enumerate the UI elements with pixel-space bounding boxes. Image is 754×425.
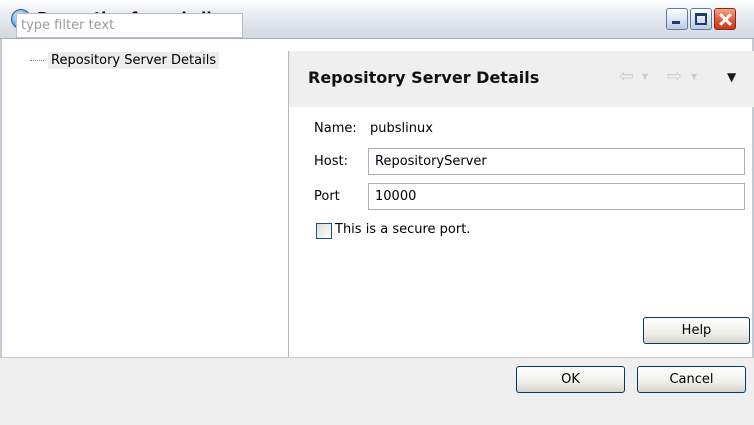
tree-item-repository-server-details[interactable]: Repository Server Details — [30, 50, 220, 70]
page-header: Repository Server Details ⇦ ▼ ⇨ ▼ ▼ — [289, 51, 754, 107]
port-label: Port — [314, 189, 340, 204]
tree-item-label: Repository Server Details — [48, 51, 220, 69]
maximize-button[interactable] — [690, 8, 712, 30]
forward-dropdown-icon[interactable]: ▼ — [691, 72, 697, 81]
view-menu-icon[interactable]: ▼ — [727, 70, 736, 84]
name-value: pubslinux — [370, 121, 433, 136]
cancel-button[interactable]: Cancel — [637, 366, 746, 393]
secure-port-label[interactable]: This is a secure port. — [335, 222, 470, 237]
back-arrow-icon[interactable]: ⇦ — [619, 66, 634, 87]
name-label: Name: — [314, 121, 357, 136]
port-field[interactable] — [368, 183, 745, 210]
host-label: Host: — [314, 154, 348, 169]
close-button[interactable] — [714, 8, 736, 30]
forward-arrow-icon[interactable]: ⇨ — [667, 66, 682, 87]
host-field[interactable] — [368, 148, 745, 175]
ok-button[interactable]: OK — [516, 366, 625, 393]
filter-input[interactable] — [16, 13, 243, 38]
navigation-panel — [11, 51, 289, 357]
tree-connector-line — [30, 59, 44, 61]
page-title: Repository Server Details — [308, 68, 540, 87]
secure-port-checkbox[interactable] — [316, 223, 332, 239]
back-dropdown-icon[interactable]: ▼ — [642, 72, 648, 81]
help-button[interactable]: Help — [643, 317, 750, 344]
minimize-button[interactable] — [666, 8, 688, 30]
